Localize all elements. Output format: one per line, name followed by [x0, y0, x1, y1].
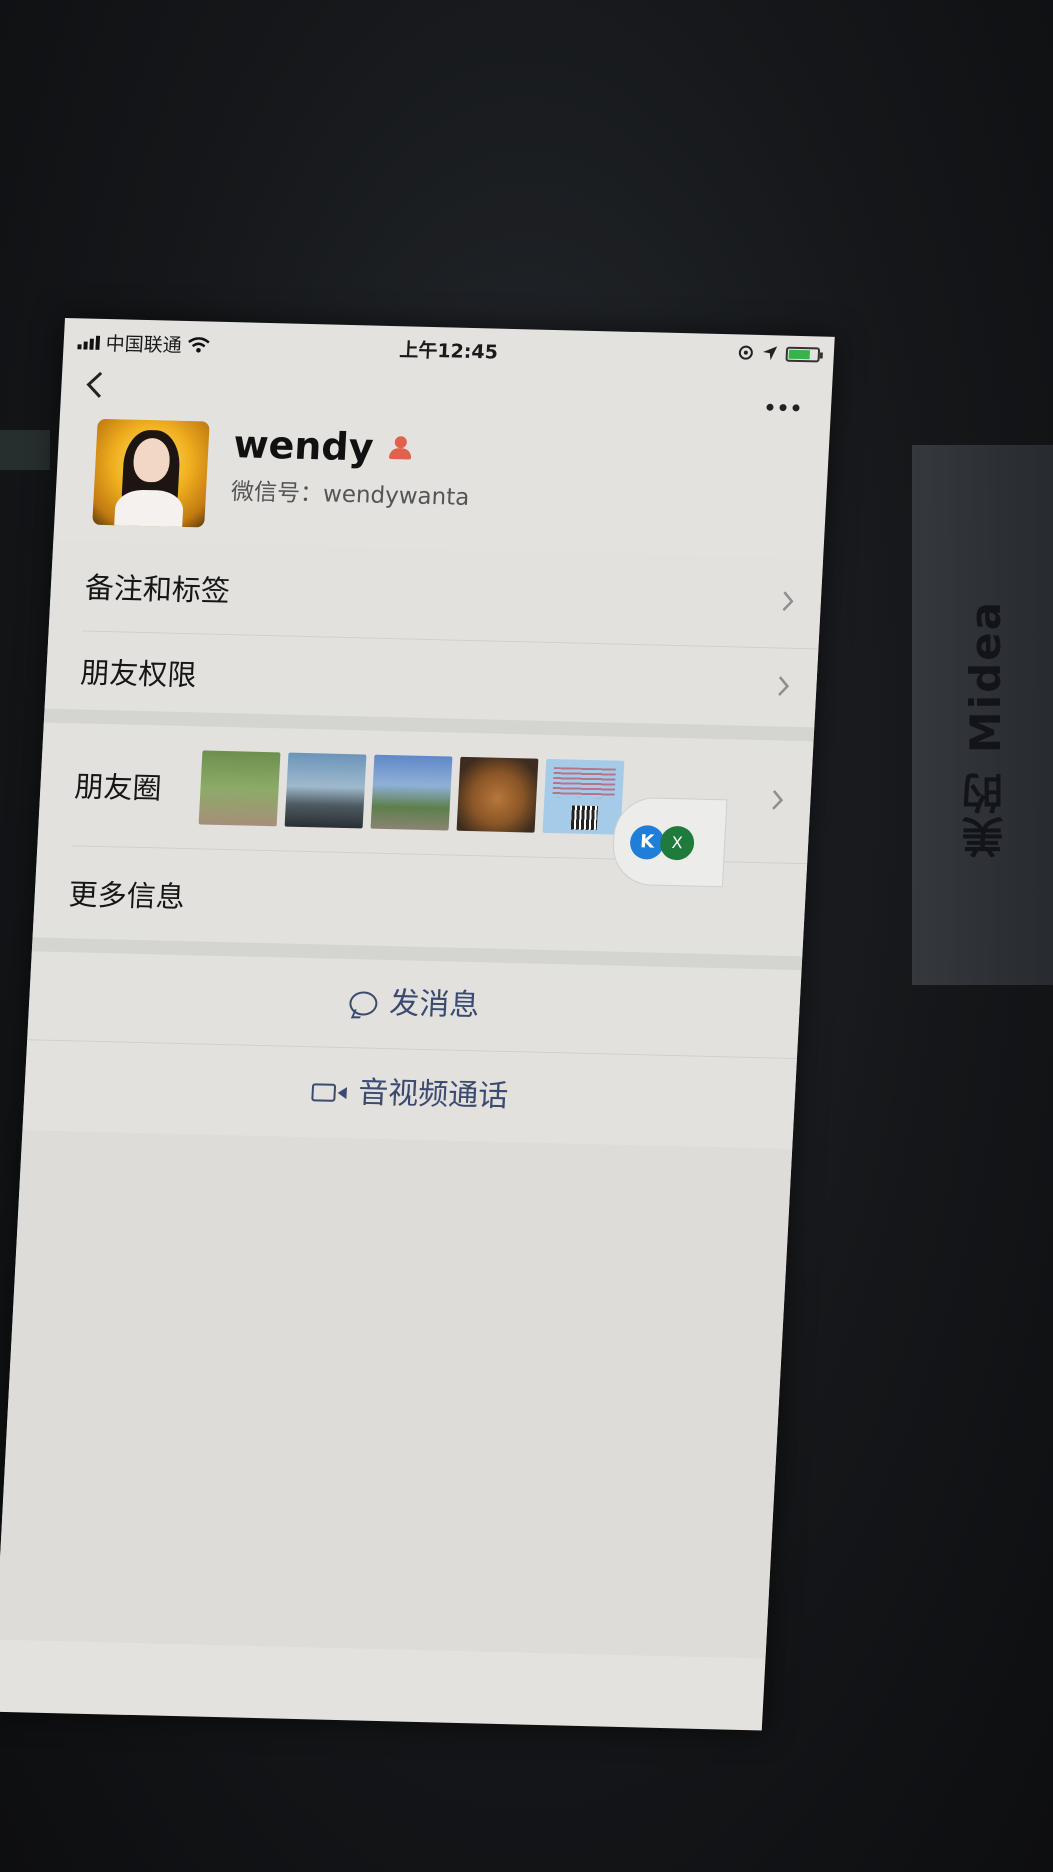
empty-area — [0, 1130, 793, 1659]
chevron-right-icon — [780, 585, 796, 620]
chevron-left-icon — [86, 371, 103, 398]
video-call-label: 音视频通话 — [357, 1075, 510, 1115]
floating-widget[interactable]: K X — [610, 796, 728, 888]
close-badge[interactable]: X — [659, 825, 695, 861]
permissions-label: 朋友权限 — [79, 655, 198, 693]
profile-name: wendy — [232, 422, 375, 470]
more-icon — [766, 403, 800, 412]
back-button[interactable] — [82, 368, 124, 409]
moments-thumbnails — [198, 750, 625, 835]
name-row: wendy — [232, 422, 414, 470]
moments-photo — [456, 756, 539, 833]
moments-photo — [370, 754, 453, 831]
avatar[interactable] — [92, 418, 210, 528]
phone-screen: 中国联通 上午12:45 wendy 微信号：wendywanta 备注和标签 … — [0, 318, 835, 1731]
wechat-id: 微信号：wendywanta — [230, 479, 471, 511]
chevron-right-icon — [775, 670, 791, 705]
chevron-right-icon — [769, 784, 785, 819]
status-right — [737, 344, 821, 362]
female-person-icon — [387, 435, 414, 462]
video-camera-icon — [310, 1083, 347, 1102]
remarks-label: 备注和标签 — [84, 570, 231, 609]
location-icon — [762, 346, 778, 361]
battery-icon — [785, 346, 821, 362]
battery-level — [788, 349, 811, 359]
background-object — [0, 430, 50, 470]
orientation-lock-icon — [738, 345, 753, 360]
chat-bubble-icon — [348, 991, 379, 1016]
more-info-label: 更多信息 — [67, 877, 186, 915]
send-message-label: 发消息 — [388, 986, 481, 1024]
moments-photo — [198, 750, 281, 827]
background-brand-text: 美的 Midea — [961, 600, 1010, 858]
moments-label: 朋友圈 — [73, 769, 163, 806]
moments-photo — [284, 752, 367, 829]
moments-photo — [542, 758, 625, 835]
more-button[interactable] — [764, 381, 802, 422]
